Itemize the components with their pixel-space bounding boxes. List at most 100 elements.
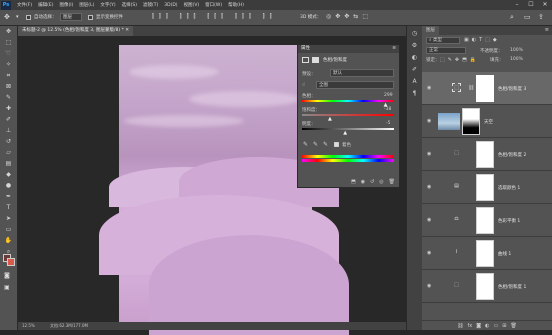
- layer-name[interactable]: 色彩平衡 1: [498, 218, 520, 224]
- fx-icon[interactable]: fx: [468, 323, 473, 329]
- menu-edit[interactable]: 编辑(E): [38, 2, 53, 8]
- align-icons[interactable]: ⫿⫿⫿ ⫿⫿⫿ ⫿⫿⫿ ⫿⫿⫿ ⫿⫿: [152, 13, 277, 21]
- layer-name[interactable]: 曲线 1: [498, 251, 511, 257]
- layer-name[interactable]: 色相/饱和度 2: [498, 152, 526, 158]
- minimize-button[interactable]: –: [510, 0, 524, 10]
- clone-stamp-icon[interactable]: ⊥: [3, 126, 15, 136]
- gradient-tool-icon[interactable]: ▤: [3, 159, 15, 169]
- character-icon[interactable]: A: [410, 77, 420, 86]
- layer-mask-thumbnail[interactable]: [476, 240, 494, 267]
- eye-icon[interactable]: ◉: [427, 86, 433, 91]
- screen-mode-icon[interactable]: ▣: [4, 284, 10, 291]
- fill-value[interactable]: 100%: [510, 57, 523, 62]
- menu-window[interactable]: 窗口(W): [205, 2, 222, 8]
- eye-icon[interactable]: ◉: [427, 284, 433, 289]
- lasso-tool-icon[interactable]: ➰: [3, 49, 15, 59]
- kind-filter-dropdown[interactable]: ⌕ 类型: [426, 37, 460, 44]
- menu-view[interactable]: 视图(V): [184, 2, 200, 8]
- delete-layer-icon[interactable]: 🗑: [510, 323, 516, 329]
- opacity-value[interactable]: 100%: [510, 48, 523, 53]
- transform-checkbox[interactable]: [88, 15, 93, 20]
- preset-dropdown[interactable]: 默认: [330, 69, 394, 77]
- menu-image[interactable]: 图像(I): [59, 2, 73, 8]
- eye-icon[interactable]: ◉: [427, 119, 433, 124]
- link-layers-icon[interactable]: ⛓: [457, 323, 463, 329]
- document-tab[interactable]: 未标题-2 @ 12.5% (色相/饱和度 3, 图层蒙版/8) * ✕: [18, 26, 134, 36]
- path-selection-icon[interactable]: ➤: [3, 214, 15, 224]
- eyedropper-icon[interactable]: ✎: [3, 93, 15, 103]
- pen-tool-icon[interactable]: ✒: [3, 192, 15, 202]
- 3d-tool-icons[interactable]: ◎✥✥⇆⬚: [326, 13, 372, 20]
- layer-mask-thumbnail[interactable]: [476, 174, 494, 201]
- eraser-icon[interactable]: ▱: [3, 148, 15, 158]
- panel-menu-icon[interactable]: ≡: [545, 26, 549, 35]
- layer-mask-thumbnail[interactable]: [476, 75, 494, 102]
- properties-icon[interactable]: ⚙: [410, 41, 420, 50]
- saturation-slider-track[interactable]: [302, 114, 394, 116]
- healing-brush-icon[interactable]: ✚: [3, 104, 15, 114]
- filter-icons[interactable]: ▣◐T⬚◆: [464, 37, 500, 43]
- delete-icon[interactable]: 🗑: [389, 178, 395, 187]
- layer-mask-thumbnail[interactable]: [462, 108, 480, 135]
- dropdown-arrow-icon[interactable]: ▾: [16, 14, 19, 20]
- share-icon[interactable]: ⇪: [538, 13, 544, 21]
- eye-icon[interactable]: ◉: [427, 185, 433, 190]
- document-image[interactable]: [99, 45, 349, 335]
- eyedropper-icon[interactable]: ✎: [303, 141, 308, 148]
- view-previous-icon[interactable]: ◉: [361, 178, 365, 187]
- maximize-button[interactable]: ☐: [524, 0, 538, 10]
- eye-icon[interactable]: ◉: [427, 152, 433, 157]
- auto-select-dropdown[interactable]: 图层: [60, 13, 82, 21]
- colorize-checkbox[interactable]: [334, 142, 339, 147]
- eye-icon[interactable]: ◉: [427, 251, 433, 256]
- sky-thumbnail[interactable]: [438, 113, 460, 130]
- layer-name[interactable]: 天空: [484, 119, 493, 125]
- crop-tool-icon[interactable]: ⌗: [3, 71, 15, 81]
- menu-help[interactable]: 帮助(H): [228, 2, 244, 8]
- magic-wand-icon[interactable]: ✧: [3, 60, 15, 70]
- close-window-button[interactable]: ✕: [538, 0, 552, 10]
- background-color-swatch[interactable]: [7, 258, 15, 266]
- quick-mask-icon[interactable]: ◙: [4, 272, 10, 279]
- type-tool-icon[interactable]: T: [3, 203, 15, 213]
- lightness-slider-thumb[interactable]: ▲: [343, 130, 347, 136]
- frame-tool-icon[interactable]: ⊠: [3, 82, 15, 92]
- menu-type[interactable]: 文字(Y): [100, 2, 115, 8]
- layer-mask-thumbnail[interactable]: [476, 207, 494, 234]
- new-adjustment-icon[interactable]: ◐: [485, 323, 489, 329]
- menu-filter[interactable]: 滤镜(T): [143, 2, 158, 8]
- layer-name[interactable]: 色相/饱和度 3: [498, 86, 526, 92]
- shape-tool-icon[interactable]: ▭: [3, 225, 15, 235]
- lightness-slider-track[interactable]: [302, 128, 394, 130]
- saturation-slider-thumb[interactable]: ▲: [328, 116, 332, 122]
- layers-tab[interactable]: 图层: [422, 26, 439, 35]
- brush-tool-icon[interactable]: ✐: [3, 115, 15, 125]
- auto-select-checkbox[interactable]: [26, 15, 31, 20]
- blend-mode-dropdown[interactable]: 正常: [426, 47, 466, 54]
- layer-row-selected[interactable]: ◉ ⬚ ⛓ 色相/饱和度 3: [422, 72, 552, 105]
- eyedropper-minus-icon[interactable]: ✎: [323, 141, 328, 148]
- visibility-icon[interactable]: ◎: [379, 178, 383, 187]
- layer-row[interactable]: ◉ ⚖ 色彩平衡 1: [422, 204, 552, 237]
- menu-file[interactable]: 文件(F): [17, 2, 32, 8]
- hue-value[interactable]: 299: [384, 93, 393, 98]
- lightness-value[interactable]: -5: [386, 121, 391, 126]
- workspace-icon[interactable]: ▭: [524, 13, 531, 21]
- blur-tool-icon[interactable]: ◆: [3, 170, 15, 180]
- layer-name[interactable]: 选取颜色 1: [498, 185, 520, 191]
- move-tool-icon[interactable]: ✥: [4, 13, 10, 21]
- history-icon[interactable]: ◷: [410, 29, 420, 38]
- history-brush-icon[interactable]: ↺: [3, 137, 15, 147]
- zoom-level[interactable]: 12.5%: [22, 323, 35, 328]
- layer-row[interactable]: ◉ ⬚ 色相/饱和度 2: [422, 138, 552, 171]
- dodge-tool-icon[interactable]: ●: [3, 181, 15, 191]
- paragraph-icon[interactable]: ¶: [410, 89, 420, 98]
- layer-row[interactable]: ◉ ⬚ 色相/饱和度 1: [422, 270, 552, 303]
- clip-to-layer-icon[interactable]: ⬒: [351, 178, 356, 187]
- hue-slider-track[interactable]: [302, 100, 394, 102]
- move-tool-icon[interactable]: ✥: [3, 27, 15, 37]
- link-icon[interactable]: ⛓: [468, 85, 474, 91]
- menu-select[interactable]: 选择(S): [122, 2, 137, 8]
- menu-layer[interactable]: 图层(L): [79, 2, 94, 8]
- add-mask-icon[interactable]: ◙: [476, 323, 481, 329]
